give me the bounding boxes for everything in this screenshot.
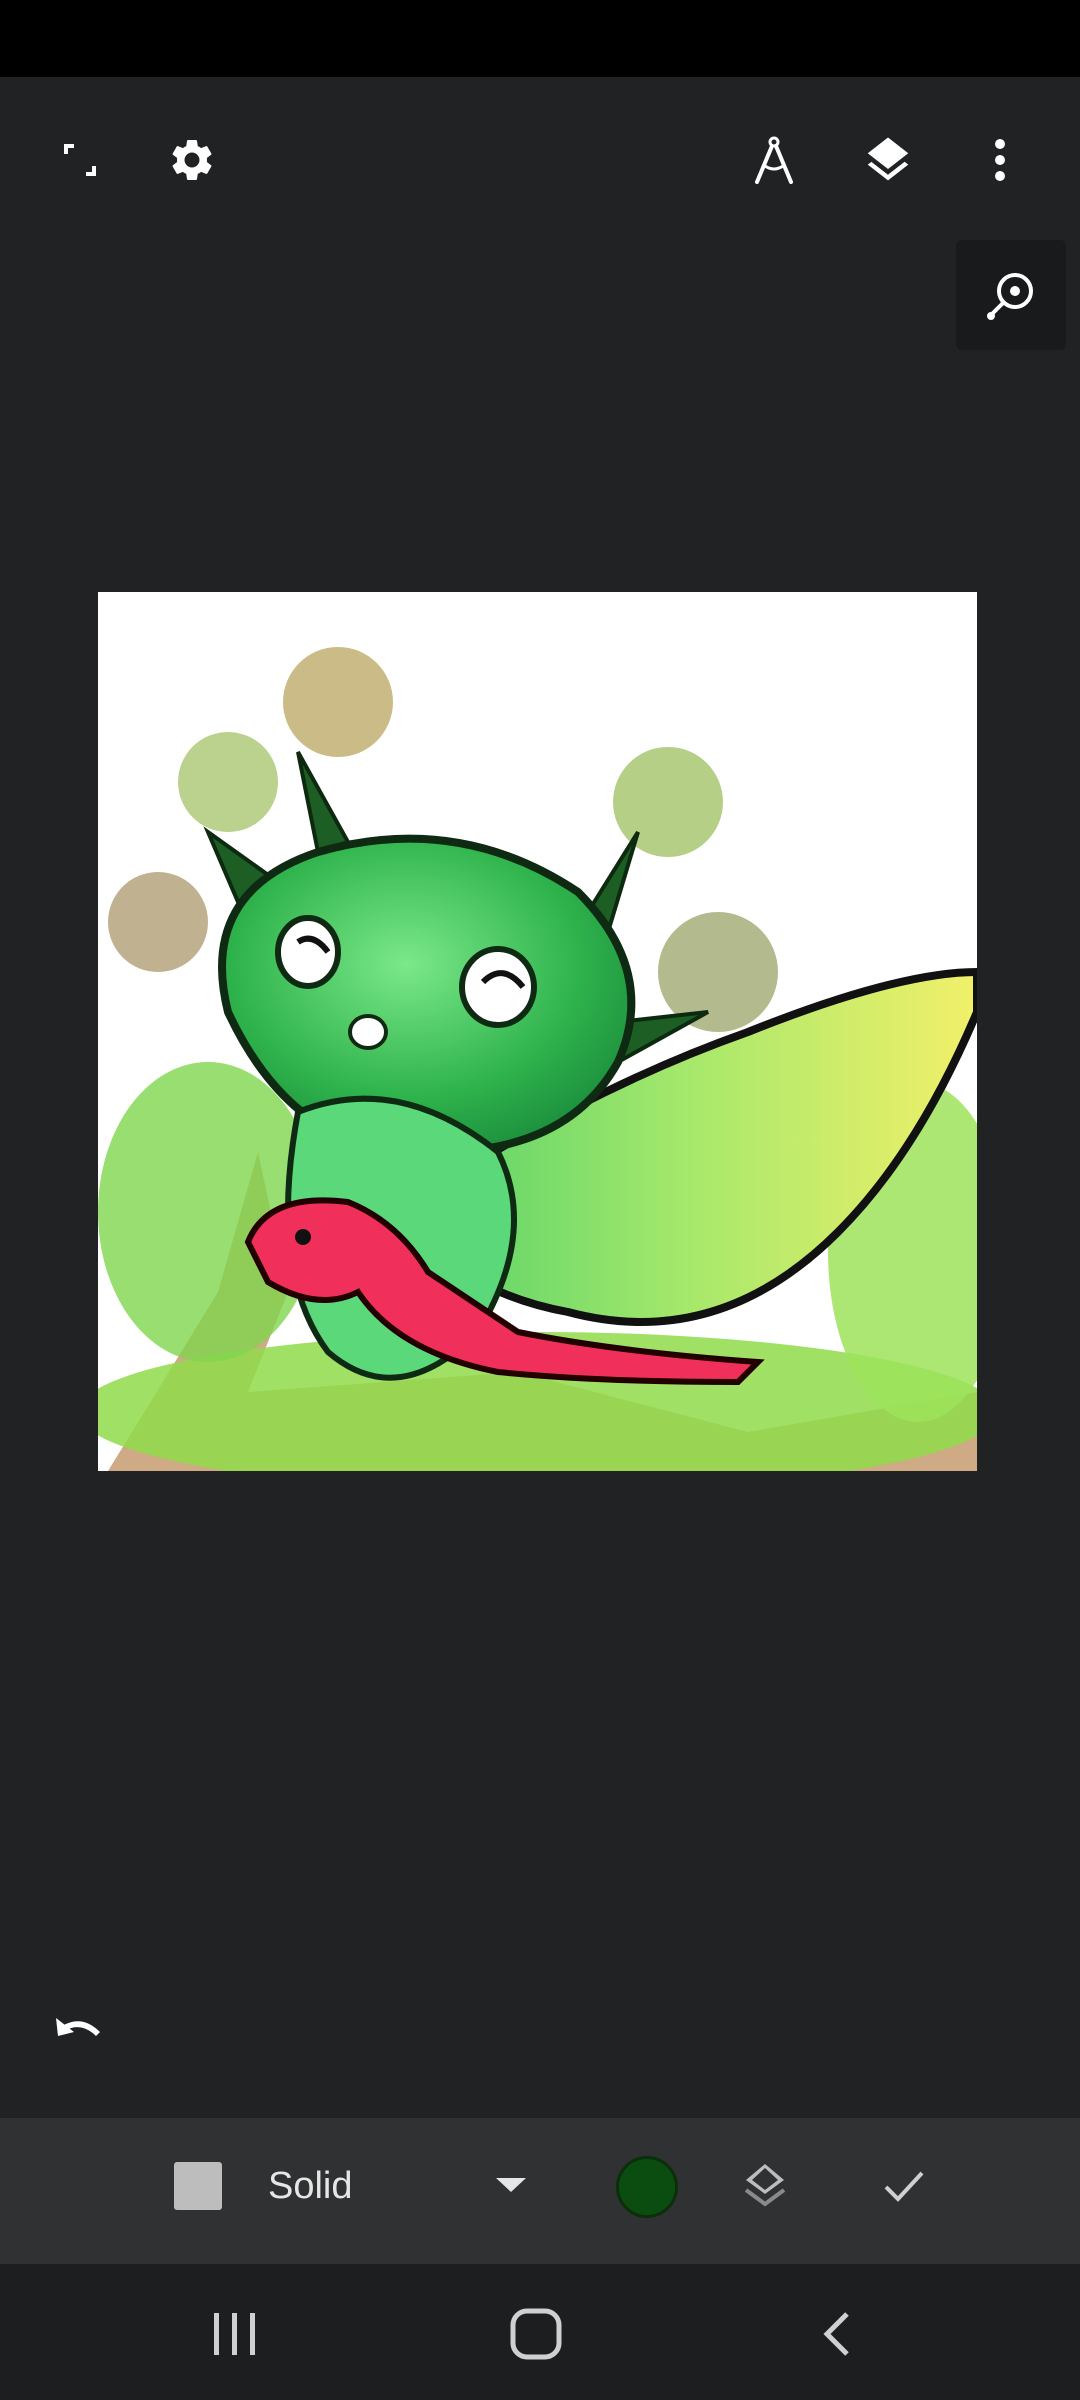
- layers-icon: [867, 137, 909, 181]
- compass-ruler-icon: [755, 136, 793, 184]
- fullscreen-button[interactable]: [50, 130, 110, 190]
- fullscreen-icon: [64, 144, 96, 176]
- fill-mode-swatch: [174, 2162, 222, 2210]
- back-button[interactable]: [804, 2302, 868, 2366]
- more-vert-icon: [995, 139, 1005, 181]
- recent-apps-button[interactable]: [200, 2306, 270, 2362]
- settings-button[interactable]: [162, 130, 222, 190]
- zoom-reset-button[interactable]: [956, 240, 1066, 350]
- back-icon: [823, 2312, 849, 2356]
- layer-fill-button[interactable]: [736, 2156, 794, 2216]
- confirm-button[interactable]: [876, 2160, 932, 2212]
- artwork-image: [98, 647, 977, 1471]
- layer-fill-icon: [744, 2164, 786, 2207]
- home-button[interactable]: [500, 2302, 572, 2366]
- current-color-swatch[interactable]: [616, 2156, 678, 2218]
- gear-icon: [172, 139, 212, 180]
- chevron-down-icon: [496, 2178, 526, 2192]
- undo-button[interactable]: [46, 2002, 112, 2058]
- ruler-button[interactable]: [744, 128, 804, 192]
- home-icon: [510, 2308, 562, 2360]
- recent-apps-icon: [214, 2313, 255, 2355]
- undo-icon: [56, 2018, 100, 2036]
- layers-button[interactable]: [856, 128, 920, 192]
- fill-mode-label[interactable]: Solid: [268, 2162, 353, 2210]
- overflow-menu-button[interactable]: [970, 128, 1030, 192]
- zoom-reset-icon: [987, 273, 1033, 320]
- fill-mode-dropdown[interactable]: [486, 2162, 536, 2210]
- status-bar: [0, 0, 1080, 77]
- drawing-canvas[interactable]: [98, 592, 977, 1471]
- check-icon: [884, 2171, 924, 2202]
